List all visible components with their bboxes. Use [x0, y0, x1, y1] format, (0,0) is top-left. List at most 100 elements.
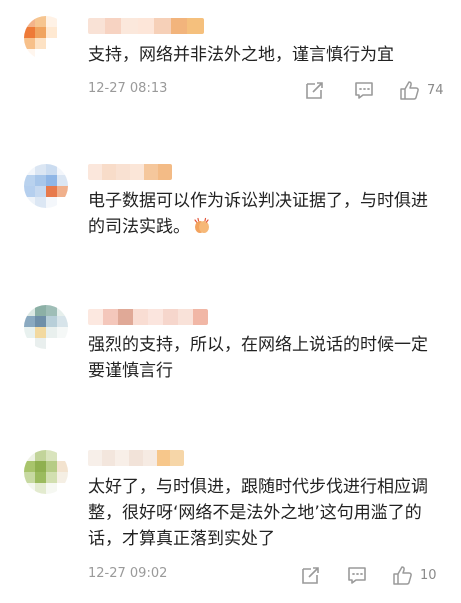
name-pixel: [144, 164, 158, 180]
avatar-pixel: [46, 472, 57, 483]
name-pixel: [104, 18, 122, 34]
avatar-pixel: [24, 327, 35, 338]
avatar-pixel: [24, 27, 35, 38]
avatar-pixel: [24, 338, 35, 349]
avatar-pixel: [35, 38, 46, 49]
share-icon: [306, 82, 323, 99]
avatar-pixel: [24, 305, 35, 316]
name-pixel: [154, 18, 171, 34]
avatar-pixel: [57, 327, 68, 338]
comment-item: 太好了，与时俱进，跟随时代步伐进行相应调整，很好呀‘网络不是法外之地’这句用滥了…: [0, 440, 461, 603]
comment-text: 强烈的支持，所以，在网络上说话的时候一定要谨慎言行: [88, 335, 428, 381]
share-button[interactable]: [304, 78, 326, 102]
avatar-pixel: [57, 316, 68, 327]
avatar-pixel: [46, 305, 57, 316]
name-pixel: [170, 450, 184, 466]
avatar-pixel: [46, 461, 57, 472]
share-button[interactable]: [300, 563, 322, 587]
comment-meta: 12-27 09:02 10: [88, 563, 448, 587]
avatar-pixel: [35, 305, 46, 316]
avatar[interactable]: [24, 450, 68, 494]
avatar-pixel: [24, 450, 35, 461]
comment-meta: 12-27 08:13 74: [88, 78, 448, 102]
username-blurred[interactable]: [88, 309, 208, 325]
avatar-pixel: [46, 327, 57, 338]
avatar-pixel: [46, 164, 57, 175]
comment-text: 太好了，与时俱进，跟随时代步伐进行相应调整，很好呀‘网络不是法外之地’这句用滥了…: [88, 477, 428, 549]
avatar-pixel: [35, 49, 46, 60]
name-pixel: [156, 450, 171, 466]
avatar-pixel: [57, 338, 68, 349]
name-pixel: [101, 450, 116, 466]
avatar[interactable]: [24, 16, 68, 60]
name-pixel: [148, 309, 163, 325]
name-pixel: [115, 450, 130, 466]
avatar-pixel: [35, 327, 46, 338]
avatar-pixel: [57, 175, 68, 186]
avatar-pixel: [35, 175, 46, 186]
avatar-pixel: [35, 16, 46, 27]
reply-button[interactable]: [353, 78, 375, 102]
avatar-pixel: [24, 461, 35, 472]
avatar-pixel: [46, 483, 57, 494]
comment-item: 电子数据可以作为诉讼判决证据了，与时俱进的司法实践。: [0, 150, 461, 260]
avatar-pixel: [24, 197, 35, 208]
comment-text-body: 电子数据可以作为诉讼判决证据了，与时俱进的司法实践。: [88, 191, 428, 237]
comment-text: 电子数据可以作为诉讼判决证据了，与时俱进的司法实践。: [88, 188, 438, 240]
comment-text: 支持，网络并非法外之地，谨言慎行为宜: [88, 45, 394, 65]
avatar-pixel: [24, 164, 35, 175]
avatar[interactable]: [24, 305, 68, 349]
avatar-pixel: [35, 197, 46, 208]
name-pixel: [103, 309, 118, 325]
avatar-pixel: [57, 49, 68, 60]
comment-icon: [355, 82, 373, 99]
avatar-pixel: [57, 472, 68, 483]
avatar-pixel: [57, 16, 68, 27]
avatar-pixel: [24, 38, 35, 49]
avatar-pixel: [46, 186, 57, 197]
thumbs-up-icon: [393, 566, 412, 585]
avatar-pixel: [24, 316, 35, 327]
avatar-pixel: [46, 49, 57, 60]
avatar-pixel: [35, 27, 46, 38]
name-pixel: [116, 164, 130, 180]
avatar-pixel: [24, 472, 35, 483]
avatar-pixel: [35, 483, 46, 494]
name-pixel: [88, 164, 102, 180]
name-pixel: [137, 18, 155, 34]
name-pixel: [158, 164, 172, 180]
avatar-pixel: [57, 186, 68, 197]
avatar-pixel: [24, 49, 35, 60]
like-count: 74: [427, 82, 444, 98]
like-button[interactable]: 10: [392, 563, 437, 587]
comment-time: 12-27 08:13: [88, 81, 168, 96]
name-pixel: [170, 18, 188, 34]
avatar[interactable]: [24, 164, 68, 208]
username-blurred[interactable]: [88, 450, 184, 466]
avatar-pixel: [35, 316, 46, 327]
avatar-pixel: [57, 164, 68, 175]
share-icon: [302, 567, 319, 584]
name-pixel: [133, 309, 148, 325]
avatar-pixel: [24, 186, 35, 197]
comment-icon: [348, 567, 366, 584]
username-blurred[interactable]: [88, 18, 204, 34]
like-count: 10: [420, 567, 437, 583]
comment-time: 12-27 09:02: [88, 566, 168, 581]
avatar-pixel: [46, 38, 57, 49]
username-blurred[interactable]: [88, 164, 172, 180]
avatar-pixel: [46, 197, 57, 208]
avatar-pixel: [57, 27, 68, 38]
clapping-hands-icon: [194, 217, 209, 233]
name-pixel: [142, 450, 157, 466]
name-pixel: [178, 309, 193, 325]
avatar-pixel: [46, 16, 57, 27]
avatar-pixel: [57, 461, 68, 472]
like-button[interactable]: 74: [399, 78, 444, 102]
name-pixel: [88, 450, 102, 466]
name-pixel: [130, 164, 144, 180]
reply-button[interactable]: [346, 563, 368, 587]
avatar-pixel: [57, 38, 68, 49]
comment-item: 支持，网络并非法外之地，谨言慎行为宜 12-27 08:13 74: [0, 0, 461, 115]
avatar-pixel: [35, 461, 46, 472]
